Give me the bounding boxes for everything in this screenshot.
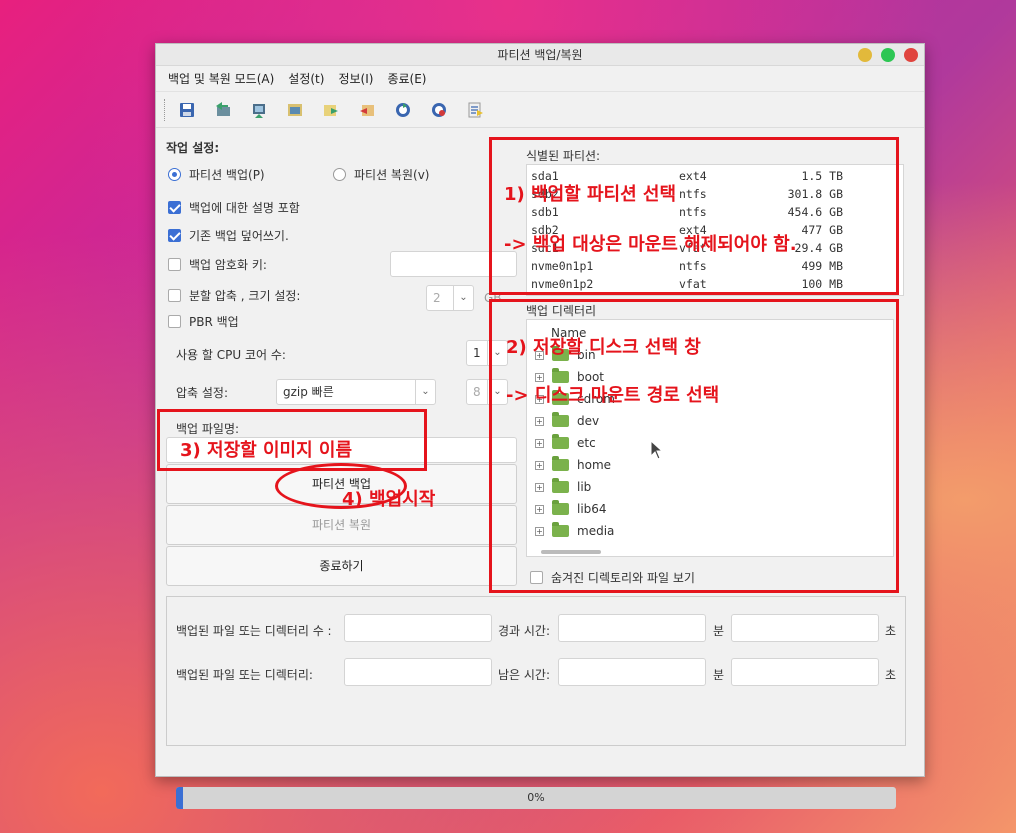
remaining-label: 남은 시간: bbox=[498, 668, 551, 682]
checkbox-pbr[interactable]: PBR 백업 bbox=[168, 313, 239, 330]
elapsed-sec-field bbox=[731, 614, 879, 642]
annotation-text-1: 1) 백업할 파티션 선택 bbox=[504, 184, 677, 205]
radio-restore-label: 파티션 복원(v) bbox=[354, 168, 430, 182]
annotation-box-partitions bbox=[489, 137, 899, 295]
toolbar-export-button[interactable] bbox=[318, 97, 344, 123]
checkbox-split-box[interactable] bbox=[168, 289, 181, 302]
elapsed-label: 경과 시간: bbox=[498, 624, 551, 638]
cpu-label: 사용 할 CPU 코어 수: bbox=[176, 348, 286, 362]
compress-level-value: 8 bbox=[473, 385, 481, 399]
checkbox-overwrite-label: 기존 백업 덮어쓰기. bbox=[189, 229, 289, 243]
split-size-value: 2 bbox=[433, 291, 441, 305]
image-icon bbox=[288, 103, 302, 116]
exit-button[interactable]: 종료하기 bbox=[166, 546, 517, 586]
checkbox-description-label: 백업에 대한 설명 포함 bbox=[189, 201, 300, 215]
checkbox-encrypt-box[interactable] bbox=[168, 258, 181, 271]
import-icon bbox=[360, 104, 374, 116]
radio-backup-label: 파티션 백업(P) bbox=[189, 168, 265, 182]
save-icon bbox=[180, 102, 194, 117]
log-icon bbox=[468, 102, 483, 117]
annotation-text-3: 3) 저장할 이미지 이름 bbox=[180, 440, 353, 461]
progress-text: 0% bbox=[527, 791, 545, 804]
menu-info[interactable]: 정보(I) bbox=[338, 70, 373, 87]
count-field bbox=[344, 614, 492, 642]
close-button[interactable] bbox=[904, 48, 918, 62]
remaining-min-field bbox=[558, 658, 706, 686]
settings-heading: 작업 설정: bbox=[166, 141, 220, 155]
elapsed-min-unit: 분 bbox=[713, 624, 725, 638]
toolbar-backup-button[interactable] bbox=[210, 97, 236, 123]
toolbar-save-button[interactable] bbox=[174, 97, 200, 123]
chevron-down-icon: ⌄ bbox=[453, 286, 473, 310]
split-size-select[interactable]: 2 ⌄ bbox=[426, 285, 474, 311]
compress-label: 압축 설정: bbox=[176, 386, 229, 400]
radio-backup-indicator[interactable] bbox=[168, 168, 181, 181]
checkbox-split-label: 분할 압축 , 크기 설정: bbox=[189, 289, 301, 303]
partition-restore-button[interactable]: 파티션 복원 bbox=[166, 505, 517, 545]
checkbox-pbr-box[interactable] bbox=[168, 315, 181, 328]
chevron-down-icon: ⌄ bbox=[415, 380, 435, 404]
annotation-text-1b: -> 백업 대상은 마운트 해제되어야 함. bbox=[504, 234, 797, 255]
menu-exit[interactable]: 종료(E) bbox=[387, 70, 426, 87]
menu-mode[interactable]: 백업 및 복원 모드(A) bbox=[168, 70, 274, 87]
remaining-sec-unit: 초 bbox=[885, 668, 897, 682]
toolbar-restore-button[interactable] bbox=[246, 97, 272, 123]
toolbar-refresh-button[interactable] bbox=[390, 97, 416, 123]
radio-restore-indicator[interactable] bbox=[333, 168, 346, 181]
menu-settings[interactable]: 설정(t) bbox=[288, 70, 324, 87]
radio-backup[interactable]: 파티션 백업(P) bbox=[168, 166, 265, 183]
file-label: 백업된 파일 또는 디렉터리: bbox=[176, 668, 313, 682]
title-bar: 파티션 백업/복원 bbox=[156, 44, 924, 66]
toolbar bbox=[156, 92, 924, 128]
radio-restore[interactable]: 파티션 복원(v) bbox=[333, 166, 429, 183]
annotation-text-4: 4) 백업시작 bbox=[342, 489, 436, 510]
elapsed-sec-unit: 초 bbox=[885, 624, 897, 638]
cpu-cores-value: 1 bbox=[473, 346, 481, 360]
toolbar-import-button[interactable] bbox=[354, 97, 380, 123]
checkbox-overwrite-box[interactable] bbox=[168, 229, 181, 242]
toolbar-stop-button[interactable] bbox=[426, 97, 452, 123]
restore-icon bbox=[253, 103, 265, 118]
checkbox-pbr-label: PBR 백업 bbox=[189, 315, 239, 329]
elapsed-min-field bbox=[558, 614, 706, 642]
window-title: 파티션 백업/복원 bbox=[497, 48, 583, 62]
toolbar-log-button[interactable] bbox=[462, 97, 488, 123]
maximize-button[interactable] bbox=[881, 48, 895, 62]
refresh-icon bbox=[396, 102, 410, 117]
checkbox-split[interactable]: 분할 압축 , 크기 설정: bbox=[168, 287, 300, 304]
progress-bar: 0% bbox=[176, 787, 896, 809]
toolbar-image-button[interactable] bbox=[282, 97, 308, 123]
compress-value: gzip 빠른 bbox=[283, 385, 334, 399]
minimize-button[interactable] bbox=[858, 48, 872, 62]
export-icon bbox=[324, 104, 338, 116]
annotation-text-2: 2) 저장할 디스크 선택 창 bbox=[506, 337, 701, 358]
compress-select[interactable]: gzip 빠른 ⌄ bbox=[276, 379, 436, 405]
remaining-min-unit: 분 bbox=[713, 668, 725, 682]
checkbox-encrypt[interactable]: 백업 암호화 키: bbox=[168, 256, 267, 273]
toolbar-grip bbox=[164, 98, 166, 121]
file-field bbox=[344, 658, 492, 686]
checkbox-overwrite[interactable]: 기존 백업 덮어쓰기. bbox=[168, 227, 289, 244]
backup-icon bbox=[216, 101, 230, 116]
remaining-sec-field bbox=[731, 658, 879, 686]
annotation-text-2b: -> 디스크 마운트 경로 선택 bbox=[506, 385, 720, 406]
menu-bar: 백업 및 복원 모드(A) 설정(t) 정보(I) 종료(E) bbox=[156, 66, 924, 92]
stop-icon bbox=[432, 102, 446, 117]
count-label: 백업된 파일 또는 디렉터리 수 : bbox=[176, 624, 332, 638]
checkbox-description[interactable]: 백업에 대한 설명 포함 bbox=[168, 199, 300, 216]
checkbox-description-box[interactable] bbox=[168, 201, 181, 214]
checkbox-encrypt-label: 백업 암호화 키: bbox=[189, 258, 267, 272]
